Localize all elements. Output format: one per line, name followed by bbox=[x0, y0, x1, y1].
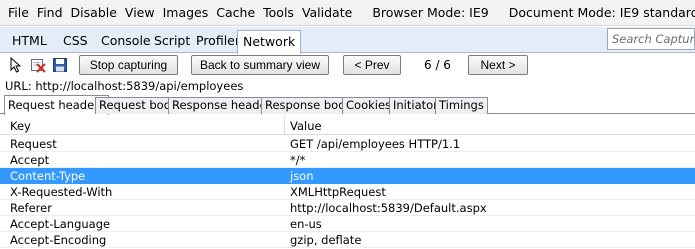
menu-cache[interactable]: Cache bbox=[212, 0, 259, 26]
next-button[interactable]: Next > bbox=[468, 55, 528, 75]
menu-view[interactable]: View bbox=[121, 0, 159, 26]
tab-initiator[interactable]: Initiator bbox=[389, 97, 442, 114]
header-key: Request bbox=[10, 137, 57, 151]
detail-tab-bar: Request headers Request body Response he… bbox=[0, 95, 695, 115]
table-row[interactable]: X-Requested-With XMLHttpRequest bbox=[0, 184, 695, 200]
tab-cookies[interactable]: Cookies bbox=[342, 97, 396, 114]
menu-find[interactable]: Find bbox=[33, 0, 67, 26]
menu-validate[interactable]: Validate bbox=[298, 0, 356, 26]
table-row[interactable]: Accept */* bbox=[0, 152, 695, 168]
header-value: en-us bbox=[290, 217, 322, 231]
header-value: */* bbox=[290, 153, 306, 167]
table-row-selected[interactable]: Content-Type json bbox=[0, 168, 695, 184]
header-value: gzip, deflate bbox=[290, 233, 362, 247]
table-row[interactable]: Accept-Language en-us bbox=[0, 216, 695, 232]
tab-timings[interactable]: Timings bbox=[435, 97, 488, 114]
header-key: Accept bbox=[10, 153, 50, 167]
network-toolbar: Stop capturing Back to summary view < Pr… bbox=[0, 54, 695, 77]
browser-mode-menu[interactable]: Browser Mode: IE9 bbox=[368, 5, 492, 20]
save-icon[interactable] bbox=[52, 57, 68, 73]
header-key: Referer bbox=[10, 201, 52, 215]
key-column-header[interactable]: Key bbox=[10, 119, 31, 133]
value-column-header[interactable]: Value bbox=[290, 119, 322, 133]
prev-button[interactable]: < Prev bbox=[343, 55, 401, 75]
entry-counter: 6 / 6 bbox=[424, 58, 451, 72]
tab-script[interactable]: Script bbox=[149, 30, 195, 52]
menu-bar: File Find Disable View Images Cache Tool… bbox=[0, 0, 695, 26]
table-row[interactable]: Request GET /api/employees HTTP/1.1 bbox=[0, 136, 695, 152]
header-value: XMLHttpRequest bbox=[290, 185, 386, 199]
clear-entries-icon[interactable] bbox=[30, 57, 46, 73]
tab-html[interactable]: HTML bbox=[7, 30, 52, 52]
tab-console[interactable]: Console bbox=[96, 30, 156, 52]
request-url: URL: http://localhost:5839/api/employees bbox=[5, 79, 244, 93]
table-row[interactable]: Accept-Encoding gzip, deflate bbox=[0, 232, 695, 248]
search-input[interactable]: Search Captured bbox=[607, 28, 695, 50]
document-mode-menu[interactable]: Document Mode: IE9 standards bbox=[505, 5, 695, 20]
header-key: Content-Type bbox=[10, 169, 86, 183]
header-key: Accept-Encoding bbox=[10, 233, 107, 247]
menu-tools[interactable]: Tools bbox=[259, 0, 298, 26]
header-key: Accept-Language bbox=[10, 217, 111, 231]
table-header: Key Value bbox=[0, 115, 695, 135]
tab-request-headers[interactable]: Request headers bbox=[4, 95, 109, 115]
tool-tab-bar: HTML CSS Console Script Profiler Network… bbox=[0, 27, 695, 54]
menu-file[interactable]: File bbox=[4, 0, 33, 26]
header-value: json bbox=[290, 169, 314, 183]
column-divider[interactable] bbox=[284, 116, 285, 134]
back-to-summary-button[interactable]: Back to summary view bbox=[191, 55, 329, 75]
header-value: GET /api/employees HTTP/1.1 bbox=[290, 137, 461, 151]
cursor-icon[interactable] bbox=[8, 57, 24, 73]
table-row[interactable]: Referer http://localhost:5839/Default.as… bbox=[0, 200, 695, 216]
tab-network[interactable]: Network bbox=[237, 30, 302, 54]
menu-disable[interactable]: Disable bbox=[67, 0, 121, 26]
menu-images[interactable]: Images bbox=[159, 0, 213, 26]
header-key: X-Requested-With bbox=[10, 185, 113, 199]
tab-css[interactable]: CSS bbox=[58, 30, 93, 52]
header-value: http://localhost:5839/Default.aspx bbox=[290, 201, 487, 215]
stop-capturing-button[interactable]: Stop capturing bbox=[79, 55, 178, 75]
